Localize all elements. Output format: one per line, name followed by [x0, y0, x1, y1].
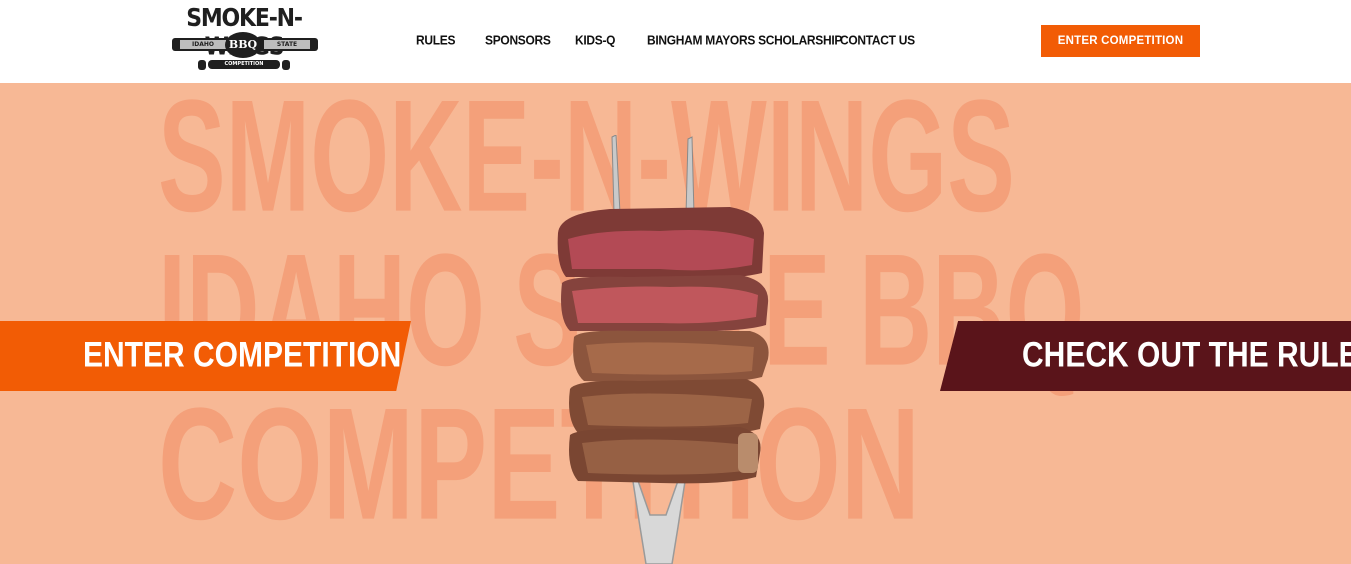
nav-sponsors[interactable]: SPONSORS	[485, 32, 551, 47]
enter-competition-banner[interactable]: ENTER COMPETITION	[0, 321, 411, 391]
site-logo[interactable]: SMOKE-N-WINGS IDAHO STATE BBQ COMPETITIO…	[168, 4, 320, 76]
logo-right-word: STATE	[264, 40, 310, 49]
logo-badge: BBQ	[225, 32, 261, 58]
meat-fork-image	[557, 135, 769, 564]
hero: SMOKE-N-WINGS IDAHO STATE BBQ COMPETITIO…	[0, 83, 1351, 564]
nav-scholarship[interactable]: BINGHAM MAYORS SCHOLARSHIP	[647, 32, 842, 47]
nav-kids-q[interactable]: KIDS-Q	[575, 32, 616, 47]
logo-sub: COMPETITION	[208, 60, 280, 69]
enter-competition-button[interactable]: ENTER COMPETITION	[1041, 25, 1200, 57]
site-header: SMOKE-N-WINGS IDAHO STATE BBQ COMPETITIO…	[0, 0, 1351, 83]
check-rules-banner-label: CHECK OUT THE RULES	[1022, 335, 1351, 375]
nav-contact[interactable]: CONTACT US	[840, 32, 915, 47]
enter-competition-banner-label: ENTER COMPETITION	[83, 335, 402, 375]
nav-rules[interactable]: RULES	[416, 32, 455, 47]
check-rules-banner[interactable]: CHECK OUT THE RULES	[940, 321, 1351, 391]
logo-knob-left	[198, 60, 206, 70]
logo-knob-right	[282, 60, 290, 70]
logo-left-word: IDAHO	[180, 40, 226, 49]
